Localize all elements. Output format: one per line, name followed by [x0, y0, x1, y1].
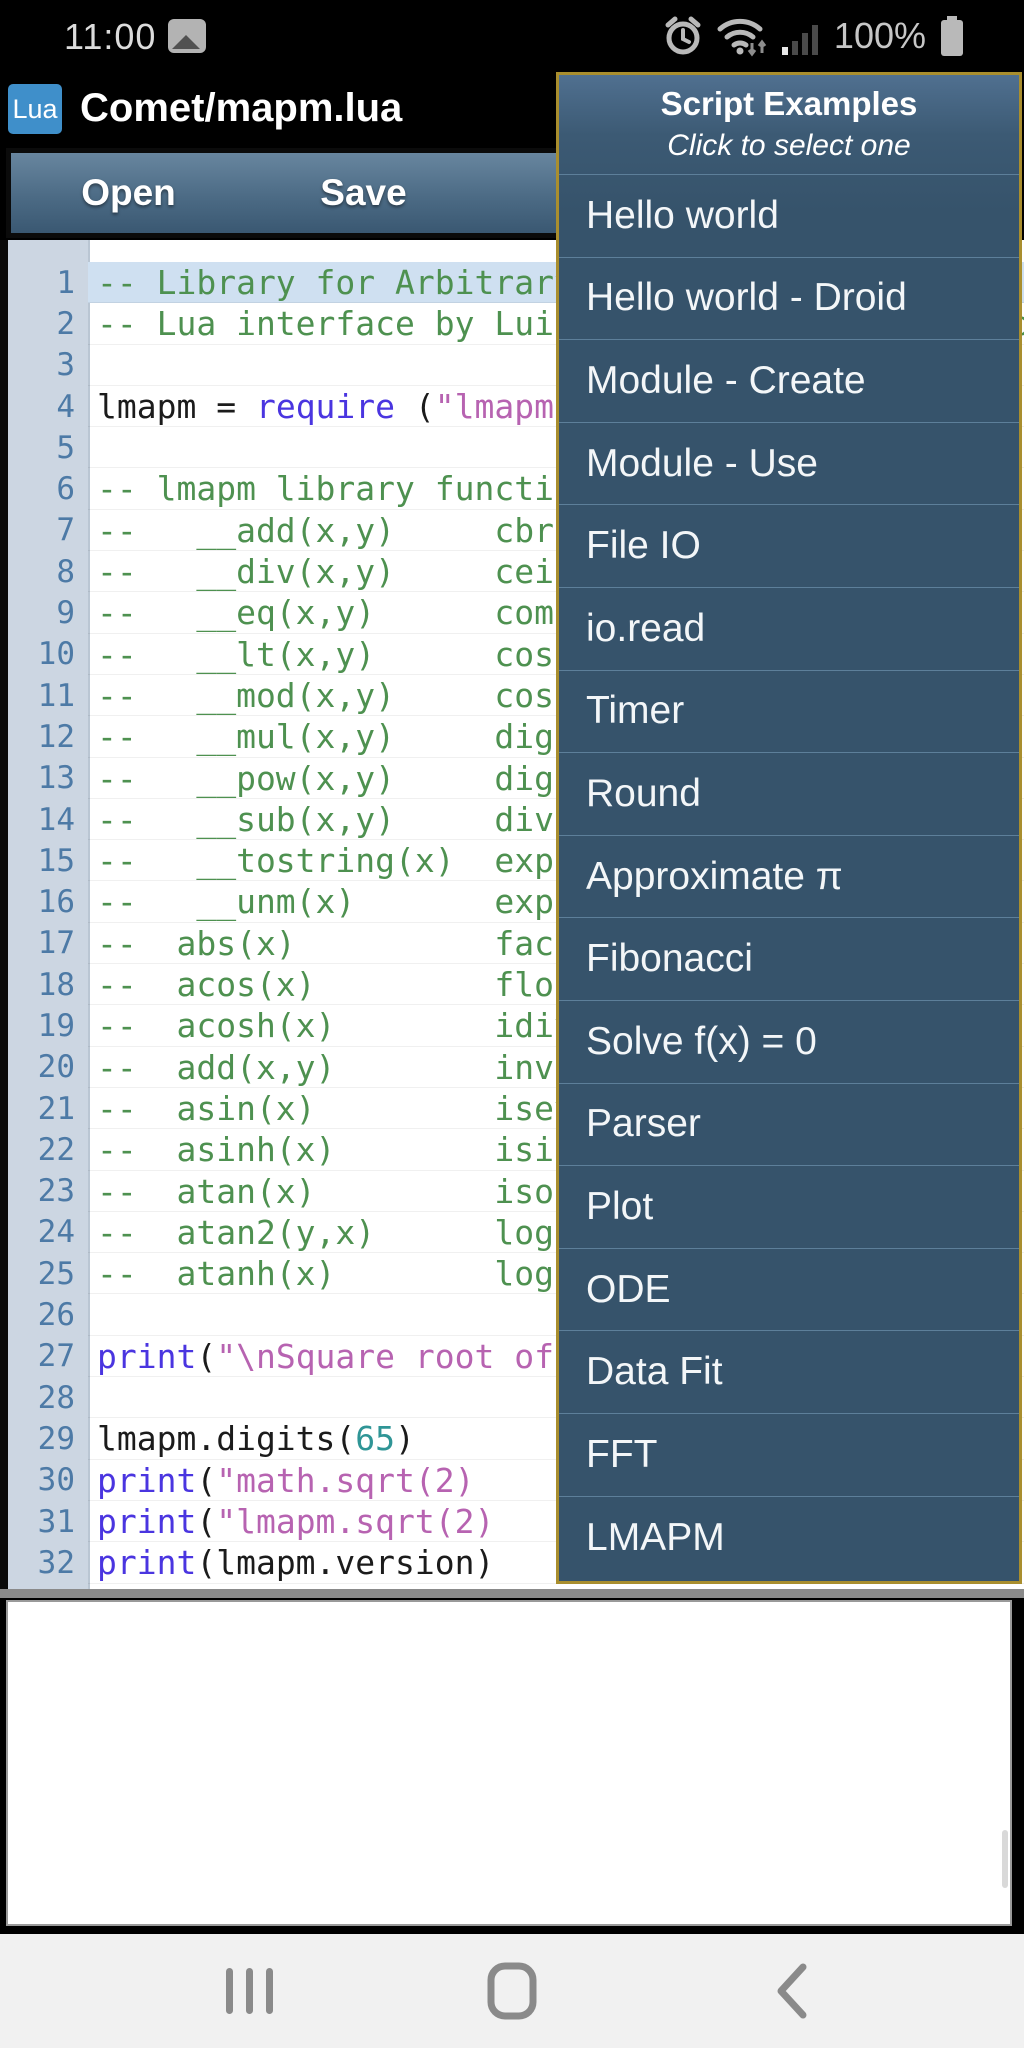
line-number: 21 [37, 1090, 75, 1127]
script-example-item[interactable]: File IO [559, 505, 1019, 588]
script-example-item[interactable]: Solve f(x) = 0 [559, 1001, 1019, 1084]
script-example-item[interactable]: Plot [559, 1166, 1019, 1249]
line-number: 27 [37, 1338, 75, 1375]
line-number: 13 [37, 760, 75, 797]
line-number: 22 [37, 1131, 75, 1168]
line-number: 7 [56, 512, 75, 549]
home-icon[interactable] [487, 1962, 537, 2020]
line-number: 10 [37, 636, 75, 673]
line-number: 25 [37, 1255, 75, 1292]
battery-icon [941, 16, 963, 56]
script-example-item[interactable]: ODE [559, 1249, 1019, 1332]
output-scrollbar[interactable] [1002, 1830, 1008, 1888]
line-number: 15 [37, 842, 75, 879]
script-example-item[interactable]: Fibonacci [559, 918, 1019, 1001]
lua-app-icon: Lua [8, 84, 62, 134]
script-example-item[interactable]: Data Fit [559, 1331, 1019, 1414]
line-number: 2 [56, 305, 75, 342]
script-example-item[interactable]: io.read [559, 588, 1019, 671]
line-number: 14 [37, 801, 75, 838]
script-example-item[interactable]: FFT [559, 1414, 1019, 1497]
script-example-item[interactable]: Parser [559, 1084, 1019, 1167]
script-examples-popup: Script Examples Click to select one Hell… [556, 72, 1022, 1584]
line-number: 16 [37, 884, 75, 921]
line-number: 8 [56, 553, 75, 590]
line-number: 1 [56, 264, 75, 301]
line-number: 3 [56, 347, 75, 384]
signal-icon [781, 25, 818, 55]
wifi-icon [717, 18, 767, 57]
line-number: 5 [56, 429, 75, 466]
alarm-icon [665, 16, 701, 55]
script-example-item[interactable]: LMAPM [559, 1497, 1019, 1580]
save-button[interactable]: Save [246, 153, 481, 233]
popup-header: Script Examples Click to select one [559, 75, 1019, 175]
line-number: 23 [37, 1173, 75, 1210]
page-title: Comet/mapm.lua [80, 86, 403, 130]
script-example-item[interactable]: Module - Create [559, 340, 1019, 423]
line-number: 29 [37, 1420, 75, 1457]
line-number: 26 [37, 1297, 75, 1334]
line-number: 24 [37, 1214, 75, 1251]
splitter-handle[interactable] [0, 1589, 1024, 1598]
line-number: 20 [37, 1049, 75, 1086]
popup-subtitle: Click to select one [667, 129, 911, 162]
script-example-item[interactable]: Hello world [559, 175, 1019, 258]
battery-percent: 100% [833, 15, 926, 56]
script-example-item[interactable]: Approximate π [559, 836, 1019, 919]
status-bar: 11:00 100% [0, 0, 1024, 62]
line-number: 9 [56, 595, 75, 632]
output-panel[interactable] [6, 1600, 1012, 1926]
line-number: 32 [37, 1544, 75, 1581]
clock: 11:00 [64, 16, 157, 57]
line-number: 6 [56, 471, 75, 508]
line-number: 4 [56, 388, 75, 425]
open-button[interactable]: Open [11, 153, 246, 233]
back-icon[interactable] [775, 1963, 809, 2019]
script-example-item[interactable]: Hello world - Droid [559, 258, 1019, 341]
line-number: 18 [37, 966, 75, 1003]
line-number: 12 [37, 718, 75, 755]
line-number: 30 [37, 1462, 75, 1499]
script-examples-list: Hello world Hello world - Droid Module - C… [559, 175, 1019, 1579]
line-number: 31 [37, 1503, 75, 1540]
navigation-bar [0, 1934, 1024, 2048]
recents-icon[interactable] [224, 1966, 276, 2016]
line-number: 19 [37, 1007, 75, 1044]
picture-notification-icon [168, 19, 206, 53]
line-number: 17 [37, 925, 75, 962]
script-example-item[interactable]: Round [559, 753, 1019, 836]
script-example-item[interactable]: Module - Use [559, 423, 1019, 506]
line-number: 11 [37, 677, 75, 714]
script-example-item[interactable]: Timer [559, 671, 1019, 754]
line-number: 28 [37, 1379, 75, 1416]
popup-title: Script Examples [660, 85, 918, 122]
